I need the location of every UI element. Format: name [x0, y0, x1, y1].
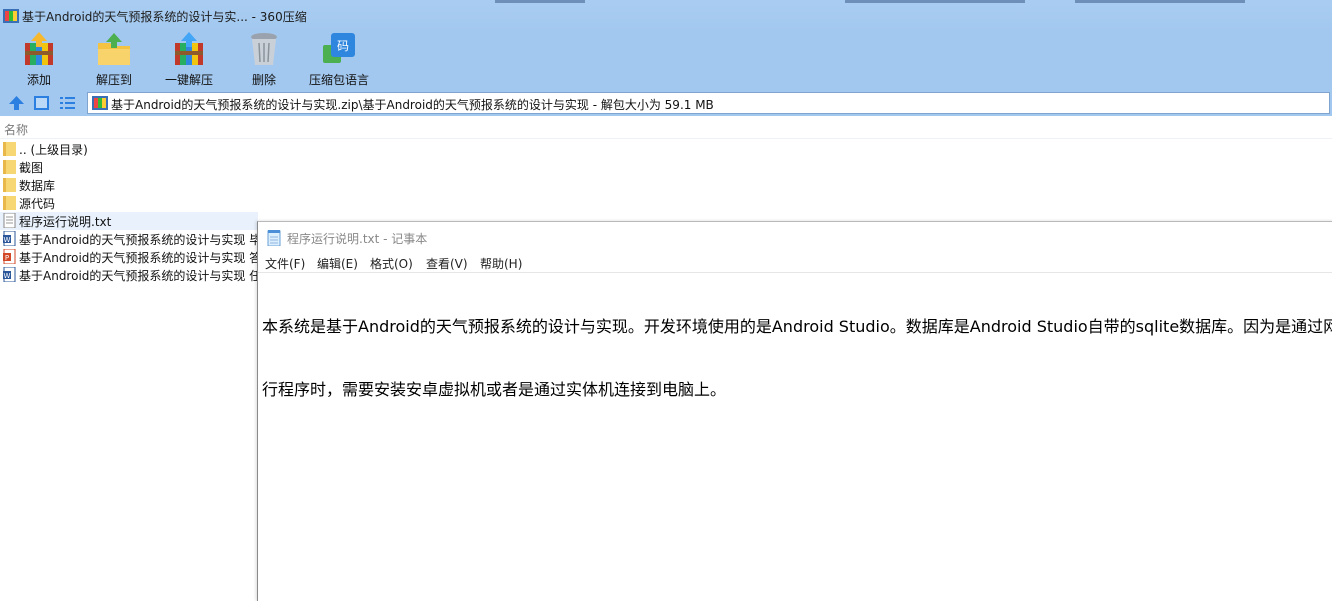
list-item[interactable]: 数据库 — [0, 176, 258, 194]
menu-format[interactable]: 格式(O) — [370, 255, 413, 272]
archive-language-button[interactable]: 码 压缩包语言 — [306, 31, 372, 89]
folder-icon — [3, 196, 16, 210]
menu-divider — [258, 272, 1332, 273]
one-click-extract-label: 一键解压 — [164, 73, 213, 87]
title-bar-decoration — [845, 0, 1025, 3]
list-item[interactable]: 程序运行说明.txt — [0, 212, 258, 230]
title-bar[interactable]: 基于Android的天气预报系统的设计与实... - 360压缩 — [0, 0, 1332, 31]
menu-help[interactable]: 帮助(H) — [480, 255, 522, 272]
svg-text:码: 码 — [337, 39, 349, 53]
list-item-name: 源代码 — [19, 197, 56, 211]
text-file-icon — [3, 213, 16, 228]
folder-icon — [3, 160, 16, 174]
list-item[interactable]: W 基于Android的天气预报系统的设计与实现 毕 — [0, 230, 262, 248]
address-bar: 基于Android的天气预报系统的设计与实现.zip\基于Android的天气预… — [0, 90, 1332, 116]
menu-view[interactable]: 查看(V) — [426, 255, 468, 272]
list-item-name: 截图 — [19, 161, 44, 175]
word-doc-icon: W — [3, 267, 16, 282]
extract-to-button[interactable]: 解压到 — [86, 31, 142, 89]
menu-file[interactable]: 文件(F) — [265, 255, 305, 272]
extract-to-icon — [98, 33, 130, 65]
word-doc-icon: W — [3, 231, 16, 246]
delete-button[interactable]: 删除 — [240, 31, 288, 89]
svg-text:W: W — [4, 272, 11, 280]
notepad-text-area[interactable]: 本系统是基于Android的天气预报系统的设计与实现。开发环境使用的是Andro… — [262, 274, 1332, 442]
notepad-title-bar[interactable]: 程序运行说明.txt - 记事本 — [258, 222, 1332, 252]
list-view-icon[interactable] — [59, 95, 76, 111]
address-path-field[interactable]: 基于Android的天气预报系统的设计与实现.zip\基于Android的天气预… — [87, 92, 1330, 114]
address-path-text: 基于Android的天气预报系统的设计与实现.zip\基于Android的天气预… — [111, 98, 714, 112]
toolbar: 添加 解压到 一键解压 删除 码 压缩包语言 — [0, 31, 1332, 90]
archive-language-label: 压缩包语言 — [308, 73, 369, 87]
window-title: 基于Android的天气预报系统的设计与实... - 360压缩 — [22, 10, 307, 24]
list-item-name: 数据库 — [19, 179, 56, 193]
zip-file-icon — [92, 96, 108, 110]
text-line: 行程序时，需要安装安卓虚拟机或者是通过实体机连接到电脑上。 — [262, 380, 727, 399]
name-column-label: 名称 — [4, 123, 29, 137]
one-click-extract-button[interactable]: 一键解压 — [160, 31, 218, 89]
extract-to-label: 解压到 — [95, 73, 132, 87]
archive-language-icon: 码 — [323, 33, 355, 63]
text-line: 本系统是基于Android的天气预报系统的设计与实现。开发环境使用的是Andro… — [262, 317, 1332, 336]
notepad-menu-bar: 文件(F) 编辑(E) 格式(O) 查看(V) 帮助(H) — [258, 252, 1332, 272]
add-button-label: 添加 — [26, 73, 51, 87]
list-item-name: 基于Android的天气预报系统的设计与实现 答 — [19, 251, 262, 265]
svg-text:W: W — [4, 236, 11, 244]
add-button[interactable]: 添加 — [13, 31, 65, 89]
notepad-icon — [267, 230, 281, 246]
list-item[interactable]: W 基于Android的天气预报系统的设计与实现 任 — [0, 266, 262, 284]
list-item-name: 程序运行说明.txt — [19, 215, 112, 229]
list-item[interactable]: .. (上级目录) — [0, 140, 258, 158]
up-arrow-icon[interactable] — [8, 95, 25, 111]
list-item-name: 基于Android的天气预报系统的设计与实现 任 — [19, 269, 262, 283]
title-bar-decoration — [1075, 0, 1245, 3]
notepad-title: 程序运行说明.txt - 记事本 — [287, 232, 428, 246]
menu-edit[interactable]: 编辑(E) — [317, 255, 358, 272]
svg-text:P: P — [5, 254, 9, 262]
folder-icon — [3, 142, 16, 156]
list-item-name: 基于Android的天气预报系统的设计与实现 毕 — [19, 233, 262, 247]
list-item[interactable]: 截图 — [0, 158, 258, 176]
list-item[interactable]: P 基于Android的天气预报系统的设计与实现 答 — [0, 248, 262, 266]
delete-label: 删除 — [251, 73, 276, 87]
list-item[interactable]: 源代码 — [0, 194, 258, 212]
ppt-icon: P — [3, 249, 16, 264]
delete-icon — [251, 33, 277, 65]
one-click-extract-icon — [175, 32, 203, 65]
title-bar-decoration — [495, 0, 585, 3]
name-column-header[interactable]: 名称 — [0, 117, 1332, 139]
thumbnail-view-icon[interactable] — [33, 95, 50, 111]
folder-icon — [3, 178, 16, 192]
add-archive-icon — [25, 32, 53, 65]
notepad-window: 程序运行说明.txt - 记事本 文件(F) 编辑(E) 格式(O) 查看(V)… — [257, 221, 1332, 601]
list-item-name: .. (上级目录) — [19, 143, 88, 157]
archive-app-icon — [3, 9, 19, 23]
